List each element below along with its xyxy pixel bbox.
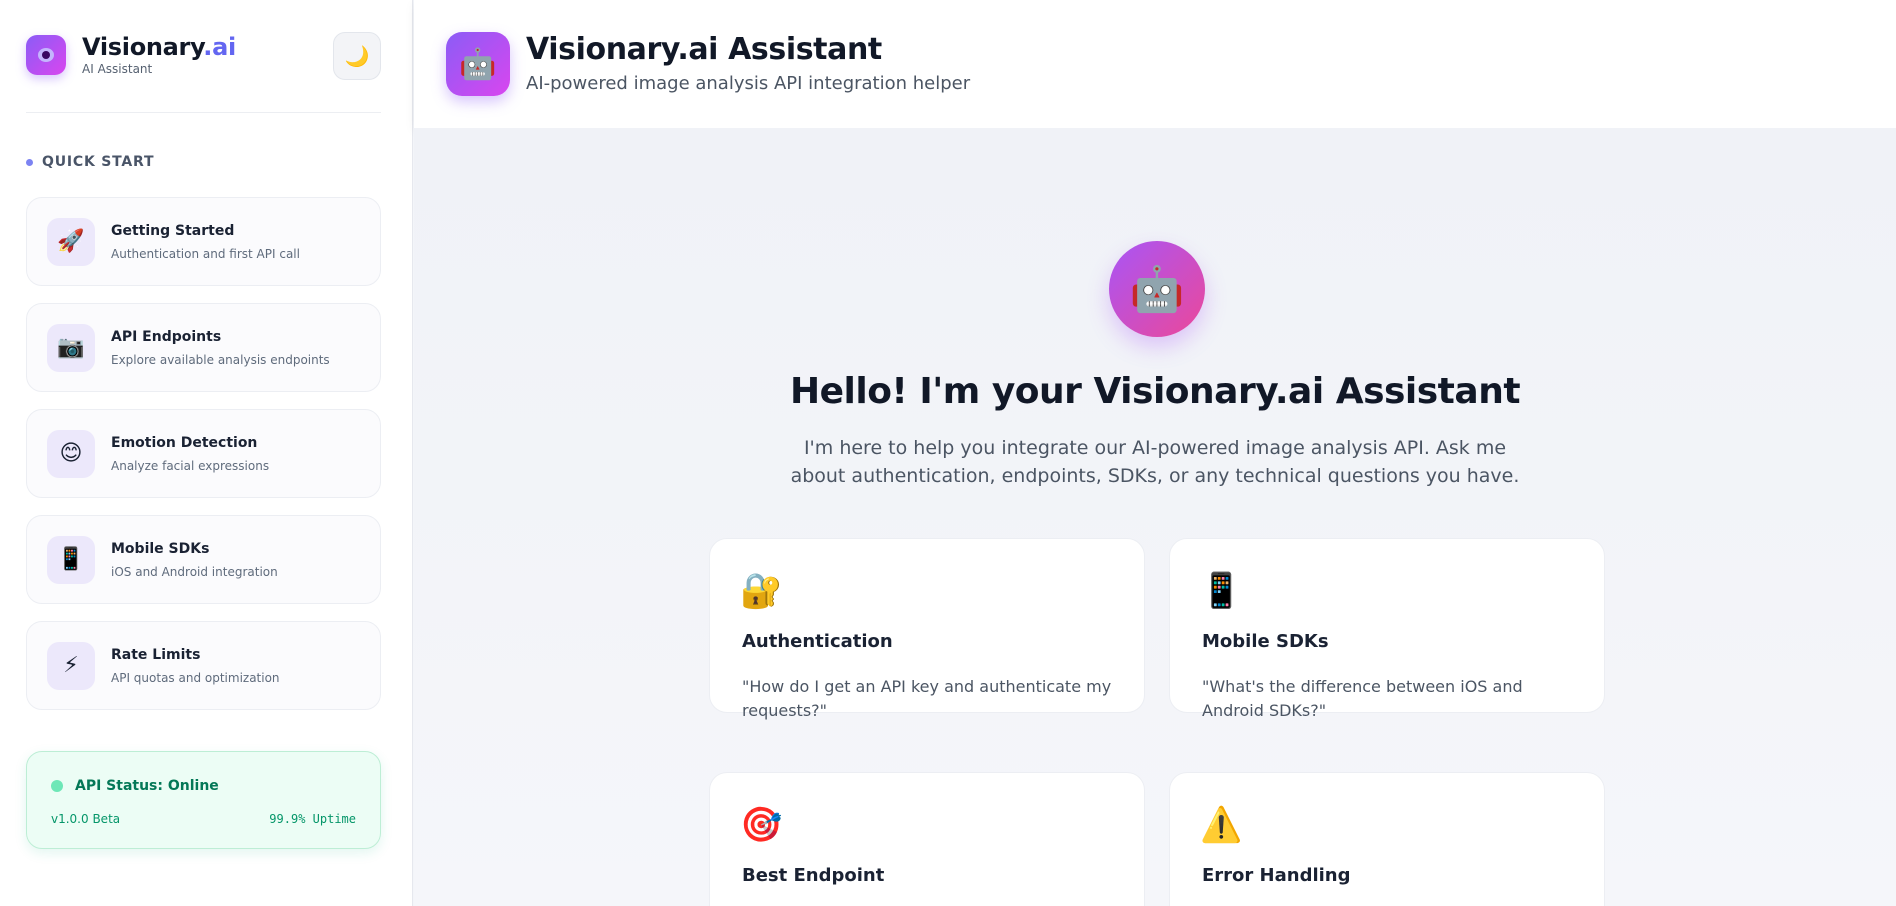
welcome-description: I'm here to help you integrate our AI-po… <box>790 437 1520 487</box>
welcome-title: Hello! I'm your Visionary.ai Assistant <box>789 371 1521 412</box>
suggestion-card-desc: "What's the difference between iOS and A… <box>1202 677 1523 720</box>
suggestion-card-mobile-sdks[interactable]: 📱 Mobile SDKs "What's the difference bet… <box>1169 538 1605 720</box>
suggestion-card-title: Best Endpoint <box>742 865 885 886</box>
sidebar-divider <box>26 112 381 113</box>
smiley-icon: 😊 <box>47 429 95 478</box>
sidebar-item-title: Rate Limits <box>111 646 201 663</box>
chat-main: 🤖 Hello! I'm your Visionary.ai Assistant… <box>414 128 1896 906</box>
brand[interactable]: Visionary.ai AI Assistant <box>26 34 236 76</box>
brand-subtitle: AI Assistant <box>82 62 153 76</box>
assistant-avatar-robot-icon: 🤖 <box>1109 241 1205 337</box>
sidebar-item-desc: API quotas and optimization <box>111 670 280 685</box>
warning-icon: ⚠️ <box>1200 805 1243 845</box>
suggestion-card-authentication[interactable]: 🔐 Authentication "How do I get an API ke… <box>709 538 1145 720</box>
suggestion-card-desc: "How do I get an API key and authenticat… <box>742 677 1112 720</box>
mobile-phone-icon: 📱 <box>47 535 95 584</box>
lock-icon: 🔐 <box>740 571 783 611</box>
suggestion-card-title: Error Handling <box>1202 865 1351 886</box>
sidebar-item-getting-started[interactable]: 🚀 Getting Started Authentication and fir… <box>26 197 381 286</box>
sidebar-item-title: Mobile SDKs <box>111 540 210 557</box>
sidebar-item-desc: Analyze facial expressions <box>111 458 270 473</box>
theme-toggle-button[interactable]: 🌙 <box>333 32 381 80</box>
lightning-icon: ⚡ <box>47 641 95 690</box>
suggestion-card-best-endpoint[interactable]: 🎯 Best Endpoint <box>709 772 1145 906</box>
rocket-icon: 🚀 <box>47 217 95 266</box>
mobile-phone-icon: 📱 <box>1200 571 1243 611</box>
brand-name: Visionary.ai <box>82 33 236 61</box>
sidebar-item-desc: iOS and Android integration <box>111 564 278 579</box>
sidebar: Visionary.ai AI Assistant 🌙 QUICK START … <box>0 0 413 906</box>
sidebar-item-title: Getting Started <box>111 222 235 239</box>
eye-logo-icon <box>26 35 66 75</box>
api-version: v1.0.0 Beta <box>51 812 121 826</box>
sidebar-item-title: API Endpoints <box>111 328 222 345</box>
quick-start-heading: QUICK START <box>26 154 154 170</box>
target-icon: 🎯 <box>740 805 783 845</box>
robot-icon: 🤖 <box>446 32 510 96</box>
sidebar-item-api-endpoints[interactable]: 📷 API Endpoints Explore available analys… <box>26 303 381 392</box>
bullet-icon <box>26 158 33 166</box>
api-status-label: API Status: Online <box>75 778 219 794</box>
suggestion-card-error-handling[interactable]: ⚠️ Error Handling <box>1169 772 1605 906</box>
suggestion-card-title: Authentication <box>742 631 893 652</box>
sidebar-item-title: Emotion Detection <box>111 434 258 451</box>
page-title: Visionary.ai Assistant <box>526 32 882 67</box>
camera-icon: 📷 <box>47 323 95 372</box>
sidebar-item-desc: Authentication and first API call <box>111 246 300 261</box>
status-indicator-icon <box>51 780 63 792</box>
sidebar-item-mobile-sdks[interactable]: 📱 Mobile SDKs iOS and Android integratio… <box>26 515 381 604</box>
api-uptime: 99.9% Uptime <box>269 812 356 826</box>
suggestion-card-title: Mobile SDKs <box>1202 631 1329 652</box>
sidebar-item-emotion-detection[interactable]: 😊 Emotion Detection Analyze facial expre… <box>26 409 381 498</box>
api-status-card: API Status: Online v1.0.0 Beta 99.9% Upt… <box>26 751 381 849</box>
sidebar-item-desc: Explore available analysis endpoints <box>111 352 330 367</box>
moon-icon: 🌙 <box>344 44 370 68</box>
sidebar-item-rate-limits[interactable]: ⚡ Rate Limits API quotas and optimizatio… <box>26 621 381 710</box>
page-subtitle: AI-powered image analysis API integratio… <box>526 73 971 94</box>
header: 🤖 Visionary.ai Assistant AI-powered imag… <box>414 0 1896 128</box>
